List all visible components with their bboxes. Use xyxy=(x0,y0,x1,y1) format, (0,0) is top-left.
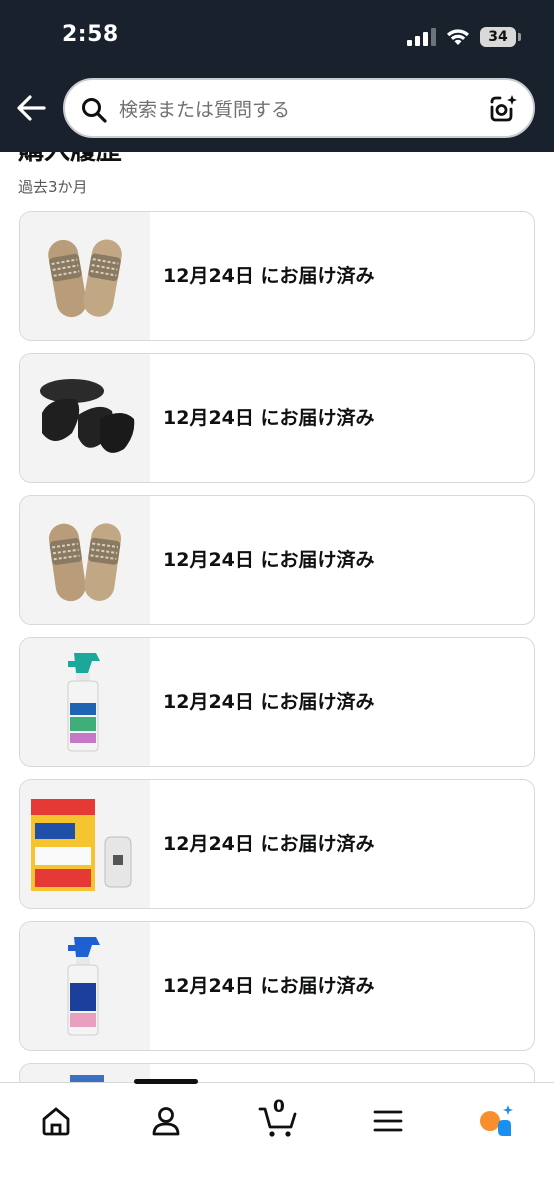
wifi-icon xyxy=(446,28,470,46)
search-input[interactable] xyxy=(117,94,481,126)
back-button[interactable] xyxy=(14,90,50,126)
product-image xyxy=(70,1075,104,1082)
woven-slippers-image xyxy=(48,239,122,318)
delivery-status: 12月24日 にお届け済み xyxy=(163,975,375,997)
tab-cart[interactable]: 0 xyxy=(256,1097,300,1143)
search-bar[interactable] xyxy=(63,78,535,138)
product-thumbnail xyxy=(20,638,150,766)
delivery-status: 12月24日 にお届け済み xyxy=(163,265,375,287)
product-thumbnail xyxy=(20,496,150,624)
cellular-signal-icon xyxy=(407,28,436,46)
account-icon xyxy=(152,1107,180,1136)
order-card[interactable]: 12月24日 にお届け済み xyxy=(19,779,535,909)
order-card[interactable] xyxy=(19,1063,535,1082)
product-thumbnail xyxy=(20,1064,150,1082)
delivery-status: 12月24日 にお届け済み xyxy=(163,691,375,713)
order-card[interactable]: 12月24日 にお届け済み xyxy=(19,353,535,483)
delivery-status: 12月24日 にお届け済み xyxy=(163,407,375,429)
woven-slippers-image xyxy=(48,523,122,602)
order-card[interactable]: 12月24日 にお届け済み xyxy=(19,921,535,1051)
product-thumbnail xyxy=(20,780,150,908)
order-card[interactable]: 12月24日 にお届け済み xyxy=(19,495,535,625)
menu-icon xyxy=(373,1110,403,1132)
product-thumbnail xyxy=(20,354,150,482)
home-icon xyxy=(42,1107,70,1136)
battery-level: 34 xyxy=(488,29,508,45)
battery-icon: 34 xyxy=(480,27,521,47)
search-icon xyxy=(82,98,107,123)
order-card[interactable]: 12月24日 にお届け済み xyxy=(19,211,535,341)
delivery-status: 12月24日 にお届け済み xyxy=(163,833,375,855)
camera-lens-icon[interactable] xyxy=(487,93,519,125)
product-thumbnail xyxy=(20,212,150,340)
rufus-icon xyxy=(480,1105,513,1136)
tab-account[interactable] xyxy=(144,1099,188,1143)
back-arrow-icon xyxy=(17,95,46,121)
order-card[interactable]: 12月24日 にお届け済み xyxy=(19,637,535,767)
drain-cleaner-pack-image xyxy=(31,799,132,891)
tab-home[interactable] xyxy=(34,1099,78,1143)
black-slippers-image xyxy=(40,379,135,453)
active-tab-indicator xyxy=(134,1079,198,1084)
status-indicators: 34 xyxy=(407,25,521,49)
tab-rufus[interactable] xyxy=(474,1099,518,1143)
status-time: 2:58 xyxy=(62,22,119,47)
bottom-tab-bar: 0 xyxy=(0,1079,554,1200)
section-title: 購入履歴 xyxy=(18,152,122,167)
order-history-list[interactable]: 購入履歴 過去3か月 12月24日 にお届け済み xyxy=(0,152,554,1082)
product-thumbnail xyxy=(20,922,150,1050)
cart-count: 0 xyxy=(273,1097,285,1117)
tab-menu[interactable] xyxy=(366,1099,410,1143)
delivery-status: 12月24日 にお届け済み xyxy=(163,549,375,571)
section-subtitle: 過去3か月 xyxy=(18,178,88,196)
app-header: 2:58 34 xyxy=(0,0,554,152)
spray-bottle-image xyxy=(67,937,100,1036)
spray-bottle-image xyxy=(67,653,100,752)
